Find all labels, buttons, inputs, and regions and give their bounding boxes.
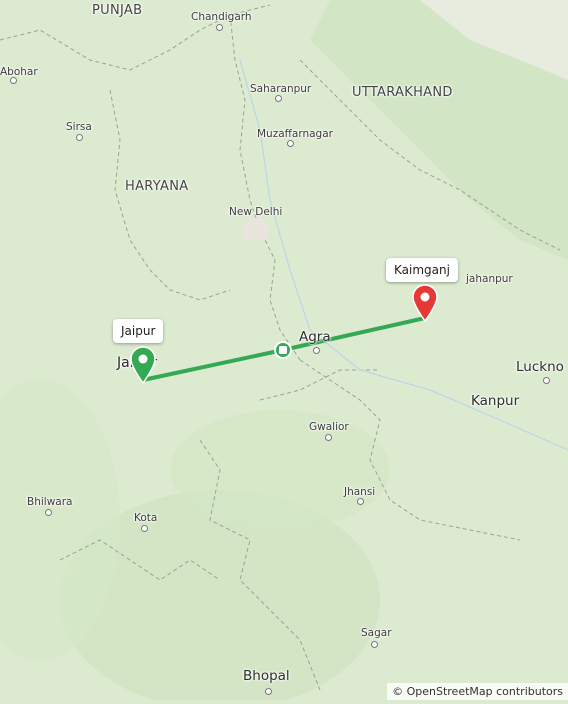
- city-dot-sirsa: [76, 134, 83, 141]
- map-canvas[interactable]: PUNJAB UTTARAKHAND HARYANA Chandigarh Ab…: [0, 0, 568, 704]
- city-dot-bhilwara: [45, 509, 52, 516]
- city-label-kanpur: Kanpur: [471, 393, 520, 409]
- city-label-jhansi: Jhansi: [344, 486, 376, 498]
- city-label-saharanpur: Saharanpur: [250, 83, 312, 95]
- city-label-abohar: Abohar: [0, 66, 38, 78]
- map-terrain: [0, 0, 568, 704]
- end-marker-icon[interactable]: [412, 284, 438, 322]
- city-label-bhilwara: Bhilwara: [27, 496, 73, 508]
- city-dot-chandigarh: [216, 24, 223, 31]
- city-label-agra: Agra: [299, 329, 331, 345]
- city-label-kota: Kota: [134, 512, 158, 524]
- state-label-haryana: HARYANA: [125, 179, 189, 194]
- state-label-uttarakhand: UTTARAKHAND: [352, 85, 453, 100]
- city-dot-jhansi: [357, 498, 364, 505]
- city-dot-bhopal: [265, 688, 272, 695]
- map-attribution[interactable]: © OpenStreetMap contributors: [387, 683, 568, 700]
- city-label-new-delhi: New Delhi: [229, 206, 283, 218]
- city-label-sagar: Sagar: [361, 627, 392, 639]
- city-label-shahjahanpur: jahanpur: [466, 273, 513, 285]
- city-label-sirsa: Sirsa: [66, 121, 92, 133]
- state-label-punjab: PUNJAB: [92, 3, 143, 18]
- city-dot-abohar: [10, 77, 17, 84]
- city-label-lucknow: Luckno: [516, 359, 564, 375]
- city-dot-gwalior: [325, 434, 332, 441]
- end-location-tooltip: Kaimganj: [386, 258, 458, 282]
- city-dot-saharanpur: [275, 95, 282, 102]
- city-dot-lucknow: [543, 377, 550, 384]
- start-marker-icon[interactable]: [130, 346, 156, 384]
- city-dot-sagar: [371, 641, 378, 648]
- city-label-chandigarh: Chandigarh: [191, 11, 252, 23]
- city-dot-agra: [313, 347, 320, 354]
- start-location-tooltip: Jaipur: [113, 319, 164, 343]
- city-dot-kota: [141, 525, 148, 532]
- city-label-gwalior: Gwalior: [309, 421, 349, 433]
- city-dot-muzaffarnagar: [287, 140, 294, 147]
- city-label-muzaffarnagar: Muzaffarnagar: [257, 128, 333, 140]
- city-label-bhopal: Bhopal: [243, 668, 290, 684]
